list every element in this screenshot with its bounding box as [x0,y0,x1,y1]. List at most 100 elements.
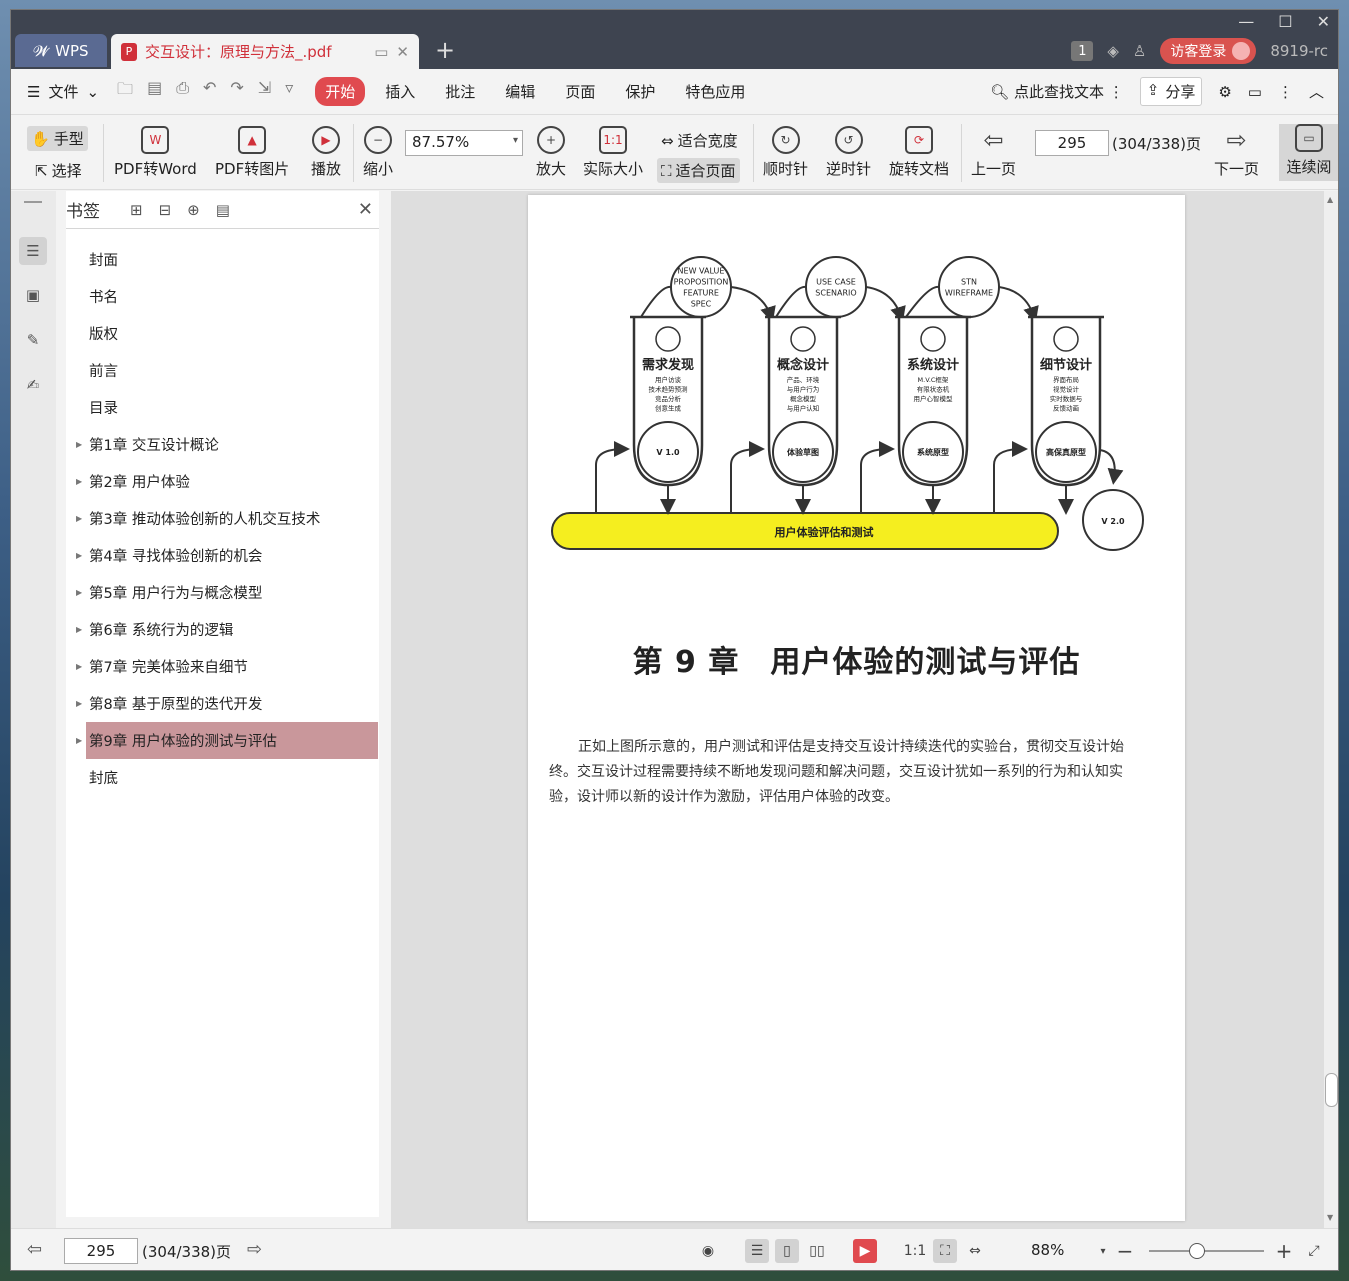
zoom-slider-knob[interactable] [1189,1243,1205,1259]
share-button[interactable]: ⇪ 分享 [1139,77,1203,106]
zoom-minus-icon[interactable]: − [1113,1239,1137,1263]
redo-icon[interactable]: ↷ [230,78,243,105]
document-area[interactable]: NEW VALUE PROPOSITION FEATURE SPEC USE CASE S… [391,191,1326,1228]
bookmark-item[interactable]: ▶ 第9章 用户体验的测试与评估 [76,722,378,759]
thumbnail-icon[interactable]: ▣ [19,281,47,309]
zoom-slider[interactable] [1149,1243,1264,1259]
fit-width-status-icon[interactable]: ⇔ [963,1239,987,1263]
expand-arrow-icon[interactable]: ▶ [76,440,82,449]
menu-comment[interactable]: 批注 [435,77,485,106]
rotate-clockwise-button[interactable]: ↻ 顺时针 [763,126,808,179]
expand-arrow-icon[interactable]: ▶ [76,551,82,560]
menu-start[interactable]: 开始 [315,77,366,106]
print-icon[interactable]: ⎙ [176,78,189,105]
status-page-input[interactable]: 295 [64,1238,138,1264]
document-tab[interactable]: P 交互设计：原理与方法_.pdf ▭ ✕ [111,34,419,69]
save-icon[interactable]: ▤ [147,78,162,105]
bookmark-item[interactable]: ▶ 第8章 基于原型的迭代开发 [66,685,379,722]
bookmark-item[interactable]: ▶ 第4章 寻找体验创新的机会 [66,537,379,574]
bookmark-item[interactable]: 前言 [66,352,379,389]
expand-arrow-icon[interactable]: ▶ [76,699,82,708]
annotation-icon[interactable]: ✎ [19,326,47,354]
open-folder-icon[interactable]: 🗀 [117,78,133,105]
shirt-icon[interactable]: ♙ [1133,42,1146,60]
maximize-icon[interactable]: ☐ [1278,12,1292,31]
vertical-scrollbar[interactable]: ▲ ▼ [1324,191,1338,1228]
bookmark-item[interactable]: ▶ 第2章 用户体验 [66,463,379,500]
status-zoom-label[interactable]: 88% [1031,1241,1064,1259]
select-tool-button[interactable]: ⇱ 选择 [31,158,86,183]
guest-login-button[interactable]: 访客登录 [1160,38,1257,64]
bookmark-list-icon[interactable]: ☰ [19,237,47,265]
bookmark-item[interactable]: ▶ 第6章 系统行为的逻辑 [66,611,379,648]
bookmark-item[interactable]: 目录 [66,389,379,426]
expand-arrow-icon[interactable]: ▶ [76,662,82,671]
next-page-button[interactable]: ⇨ 下一页 [1214,126,1259,179]
export-icon[interactable]: ⇲ [258,78,271,105]
play-button[interactable]: ▶ 播放 [311,126,341,179]
skin-icon[interactable]: ◈ [1107,42,1119,60]
minimize-icon[interactable]: — [1238,12,1254,31]
bookmark-settings-icon[interactable]: ▤ [216,201,230,219]
expand-arrow-icon[interactable]: ▶ [76,514,82,523]
hand-tool-button[interactable]: ✋ 手型 [27,126,88,151]
undo-icon[interactable]: ↶ [203,78,216,105]
fullscreen-icon[interactable]: ⤢ [1302,1239,1326,1263]
scroll-up-icon[interactable]: ▲ [1327,195,1333,204]
expand-arrow-icon[interactable]: ▶ [76,588,82,597]
signature-icon[interactable]: ✍ [19,371,47,399]
zoom-select[interactable]: 87.57% [405,130,523,156]
add-bookmark-icon[interactable]: ⊕ [187,201,200,219]
message-icon[interactable]: ▭ [1248,83,1262,101]
window-count-badge[interactable]: 1 [1071,41,1094,61]
actual-size-status-icon[interactable]: 1:1 [903,1239,927,1263]
status-next-page-icon[interactable]: ⇨ [247,1239,262,1260]
prev-page-button[interactable]: ⇦ 上一页 [971,126,1016,179]
scrollbar-thumb[interactable] [1325,1073,1338,1107]
actual-size-button[interactable]: 1:1 实际大小 [583,126,643,179]
close-window-icon[interactable]: ✕ [1317,12,1330,31]
single-page-icon[interactable]: ▯ [775,1239,799,1263]
more-dropdown-icon[interactable]: ▿ [285,78,293,105]
close-panel-icon[interactable]: ✕ [358,199,373,220]
collapse-all-icon[interactable]: ⊟ [159,201,172,219]
play-slideshow-icon[interactable]: ▶ [853,1239,877,1263]
expand-arrow-icon[interactable]: ▶ [76,625,82,634]
gear-icon[interactable]: ⚙ [1218,83,1231,101]
menu-edit[interactable]: 编辑 [495,77,545,106]
bookmark-item[interactable]: ▶ 第3章 推动体验创新的人机交互技术 [66,500,379,537]
continuous-view-icon[interactable]: ☰ [745,1239,769,1263]
eye-protection-icon[interactable]: ◉ [696,1239,720,1263]
bookmark-item[interactable]: 版权 [66,315,379,352]
search-text-button[interactable]: 🔍︎ 点此查找文本 ⋮ [990,81,1124,102]
fit-page-status-icon[interactable]: ⛶ [933,1239,957,1263]
continuous-read-button[interactable]: ▭ 连续阅 [1279,124,1338,181]
collapse-ribbon-icon[interactable]: ︿ [1309,81,1324,102]
menu-protect[interactable]: 保护 [615,77,665,106]
new-tab-button[interactable]: + [435,38,455,62]
pdf-to-image-button[interactable]: ▲ PDF转图片 [215,126,289,179]
zoom-out-button[interactable]: − 缩小 [363,126,393,179]
fit-page-button[interactable]: ⛶ 适合页面 [657,158,740,183]
bookmark-item[interactable]: ▶ 第1章 交互设计概论 [66,426,379,463]
bookmark-item[interactable]: 封底 [66,759,379,796]
menu-insert[interactable]: 插入 [375,77,425,106]
menu-special[interactable]: 特色应用 [675,77,755,106]
zoom-dropdown-icon[interactable]: ▾ [1091,1239,1115,1263]
scroll-down-icon[interactable]: ▼ [1327,1213,1333,1222]
expand-all-icon[interactable]: ⊞ [130,201,143,219]
bookmark-item[interactable]: 封面 [66,241,379,278]
file-menu[interactable]: ☰ 文件 ⌄ [27,81,99,102]
bookmark-item[interactable]: ▶ 第5章 用户行为与概念模型 [66,574,379,611]
bookmark-item[interactable]: ▶ 第7章 完美体验来自细节 [66,648,379,685]
expand-arrow-icon[interactable]: ▶ [76,477,82,486]
pin-tab-icon[interactable]: ▭ [374,43,388,61]
bookmark-item[interactable]: 书名 [66,278,379,315]
zoom-plus-icon[interactable]: + [1272,1239,1296,1263]
more-options-icon[interactable]: ⋮ [1278,83,1293,101]
rotate-counterclockwise-button[interactable]: ↺ 逆时针 [826,126,871,179]
wps-home-tab[interactable]: 𝓦 WPS [15,34,107,67]
page-number-input[interactable]: 295 [1035,130,1109,156]
rotate-document-button[interactable]: ⟳ 旋转文档 [889,126,949,179]
two-page-icon[interactable]: ▯▯ [805,1239,829,1263]
